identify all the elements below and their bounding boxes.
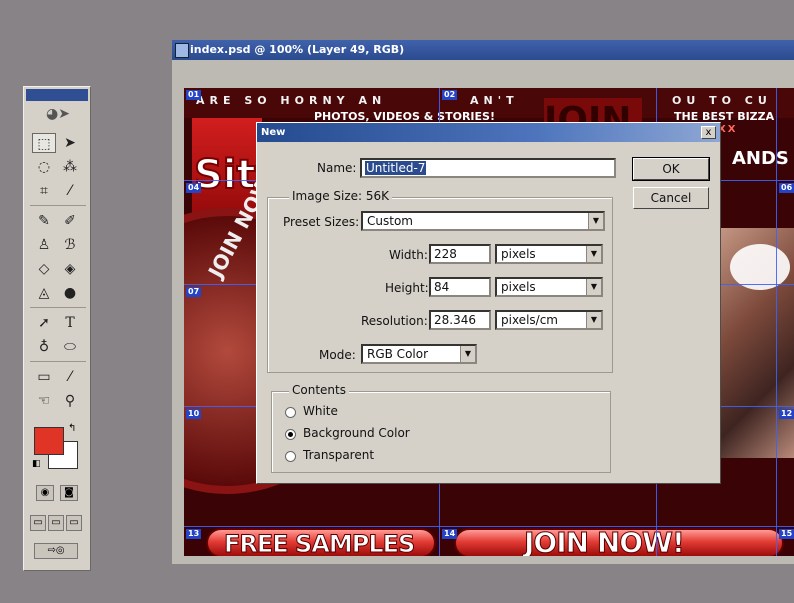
join-now-text: JOIN NOW! xyxy=(524,526,686,557)
radio-white[interactable] xyxy=(285,407,296,418)
dialog-title: New xyxy=(261,127,286,138)
slice-tag[interactable]: 01 xyxy=(186,90,202,100)
slice-guide-horizontal xyxy=(184,526,794,527)
toolbox-panel: ◕➤ ⬚ ➤ ◌ ⁂ ⌗ ⁄ ✎ ✐ ♙ ℬ ◇ ◈ ◬ ● ➚ T ♁ ⬭ ▭… xyxy=(23,86,91,571)
dialog-title-bar[interactable]: New xyxy=(257,123,720,142)
move-icon[interactable]: ➤ xyxy=(58,133,82,153)
height-label: Height: xyxy=(385,281,429,295)
default-colors-icon[interactable]: ◧ xyxy=(32,459,41,469)
zoom-icon[interactable]: ⚲ xyxy=(58,391,82,411)
close-icon[interactable]: x xyxy=(701,126,716,139)
radio-white-label[interactable]: White xyxy=(303,404,338,418)
stamp-icon[interactable]: ♙ xyxy=(32,235,56,255)
slice-tag[interactable]: 13 xyxy=(186,529,202,539)
free-samples-text: FREE SAMPLES xyxy=(223,530,415,557)
toolbox-title-bar[interactable] xyxy=(26,89,88,101)
chevron-down-icon: ▼ xyxy=(588,213,603,229)
preset-sizes-label: Preset Sizes: xyxy=(283,215,360,229)
document-icon xyxy=(175,43,189,58)
resolution-unit-value: pixels/cm xyxy=(501,313,558,327)
width-unit-select[interactable]: pixels ▼ xyxy=(495,244,603,264)
radio-background-color-label[interactable]: Background Color xyxy=(303,426,410,440)
chevron-down-icon: ▼ xyxy=(586,312,601,328)
mode-label: Mode: xyxy=(319,348,356,362)
name-value: Untitled-7 xyxy=(365,161,427,175)
pen-icon[interactable]: ♁ xyxy=(32,337,56,357)
resolution-label: Resolution: xyxy=(361,314,428,328)
image-size-label: Image Size: 56K xyxy=(289,189,393,203)
preset-sizes-select[interactable]: Custom ▼ xyxy=(361,211,605,231)
width-unit-value: pixels xyxy=(501,247,536,261)
slice-guide-vertical xyxy=(776,88,777,556)
marquee-icon[interactable]: ⬚ xyxy=(32,133,56,153)
crop-icon[interactable]: ⌗ xyxy=(32,181,56,201)
notes-icon[interactable]: ▭ xyxy=(32,367,56,387)
slice-tag[interactable]: 07 xyxy=(186,287,202,297)
contents-label: Contents xyxy=(289,383,349,397)
brush-icon[interactable]: ✐ xyxy=(58,211,82,231)
healing-icon[interactable]: ✎ xyxy=(32,211,56,231)
toolbox-divider xyxy=(30,361,86,362)
standard-mode-icon[interactable]: ◉ xyxy=(36,485,54,501)
eraser-icon[interactable]: ◇ xyxy=(32,259,56,279)
height-unit-select[interactable]: pixels ▼ xyxy=(495,277,603,297)
magic-wand-icon[interactable]: ⁂ xyxy=(58,157,82,177)
resolution-field[interactable]: 28.346 xyxy=(429,310,491,330)
screen-mode-standard-icon[interactable]: ▭ xyxy=(30,515,46,531)
lasso-icon[interactable]: ◌ xyxy=(32,157,56,177)
cancel-button[interactable]: Cancel xyxy=(633,187,709,209)
hand-icon[interactable]: ☜ xyxy=(32,391,56,411)
type-icon[interactable]: T xyxy=(58,313,82,333)
history-brush-icon[interactable]: ℬ xyxy=(58,235,82,255)
blur-icon[interactable]: ◬ xyxy=(32,283,56,303)
radio-background-color[interactable] xyxy=(285,429,296,440)
slice-tag[interactable]: 10 xyxy=(186,409,202,419)
path-select-icon[interactable]: ➚ xyxy=(32,313,56,333)
toolbox-divider xyxy=(30,205,86,206)
slice-tag[interactable]: 15 xyxy=(779,529,794,539)
slice-tag[interactable]: 04 xyxy=(186,183,202,193)
radio-transparent-label[interactable]: Transparent xyxy=(303,448,374,462)
quick-mask-icon[interactable]: ◙ xyxy=(60,485,78,501)
slice-icon[interactable]: ⁄ xyxy=(58,181,82,201)
radio-transparent[interactable] xyxy=(285,451,296,462)
height-unit-value: pixels xyxy=(501,280,536,294)
slice-tag[interactable]: 06 xyxy=(779,183,794,193)
banner-text: ARE SO HORNY AN xyxy=(196,94,387,107)
width-field[interactable]: 228 xyxy=(429,244,491,264)
preset-sizes-value: Custom xyxy=(367,214,413,228)
eyedropper-icon[interactable]: ⁄ xyxy=(58,367,82,387)
dodge-icon[interactable]: ● xyxy=(58,283,82,303)
name-label: Name: xyxy=(317,161,357,175)
brands-text: ANDS OF xyxy=(732,148,794,169)
name-field[interactable]: Untitled-7 xyxy=(360,158,616,178)
screen-mode-full-icon[interactable]: ▭ xyxy=(66,515,82,531)
toolbox-divider xyxy=(30,307,86,308)
banner-text-2: AN'T xyxy=(470,94,519,107)
ok-button[interactable]: OK xyxy=(632,157,710,181)
photoshop-logo-icon[interactable]: ◕➤ xyxy=(30,103,86,125)
bucket-icon[interactable]: ◈ xyxy=(58,259,82,279)
document-title-bar[interactable]: index.psd @ 100% (Layer 49, RGB) xyxy=(172,40,794,60)
height-field[interactable]: 84 xyxy=(429,277,491,297)
slice-tag[interactable]: 12 xyxy=(779,409,794,419)
slice-tag[interactable]: 02 xyxy=(442,90,458,100)
document-title: index.psd @ 100% (Layer 49, RGB) xyxy=(190,43,405,56)
chevron-down-icon: ▼ xyxy=(586,279,601,295)
screen-mode-menu-icon[interactable]: ▭ xyxy=(48,515,64,531)
chevron-down-icon: ▼ xyxy=(460,346,475,362)
new-document-dialog: New x Name: Untitled-7 OK Cancel Image S… xyxy=(256,122,721,484)
shape-icon[interactable]: ⬭ xyxy=(58,337,82,357)
jump-to-imageready-icon[interactable]: ⇨◎ xyxy=(34,543,78,559)
chevron-down-icon: ▼ xyxy=(586,246,601,262)
foreground-color-swatch-front[interactable] xyxy=(34,427,64,455)
mode-select[interactable]: RGB Color ▼ xyxy=(361,344,477,364)
banner-text-3: OU TO CU xyxy=(672,94,772,107)
width-label: Width: xyxy=(389,248,428,262)
slice-tag[interactable]: 14 xyxy=(442,529,458,539)
swap-colors-icon[interactable]: ↰ xyxy=(68,423,76,434)
resolution-unit-select[interactable]: pixels/cm ▼ xyxy=(495,310,603,330)
mode-value: RGB Color xyxy=(367,347,429,361)
